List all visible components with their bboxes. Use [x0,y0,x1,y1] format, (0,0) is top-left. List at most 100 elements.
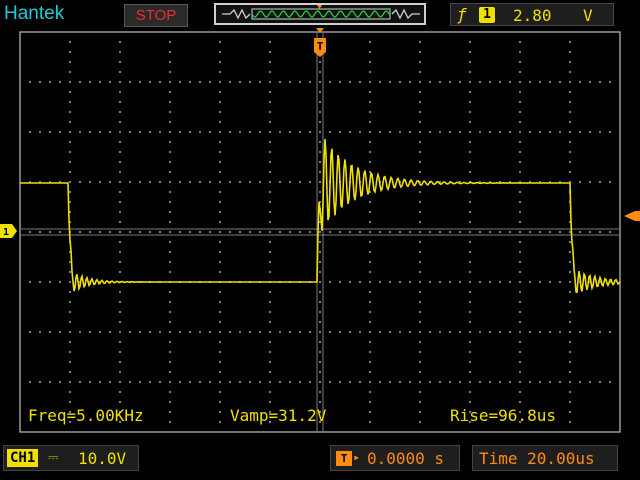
grid-dot [549,231,551,233]
grid-dot [195,228,197,230]
grid-dot [322,67,324,69]
grid-dot [509,281,511,283]
grid-dot [419,201,421,203]
grid-dot [169,211,171,213]
grid-dot [329,381,331,383]
grid-dot [265,234,267,236]
grid-dot [371,228,373,230]
grid-dot [469,371,471,373]
grid-dot [316,331,318,333]
grid-dot [322,71,324,73]
grid-dot [316,155,318,157]
grid-dot [259,131,261,133]
grid-dot [295,234,297,236]
grid-dot [485,228,487,230]
grid-dot [377,234,379,236]
grid-dot [437,234,439,236]
grid-dot [219,311,221,313]
trigger-marker-icon[interactable]: T [314,38,326,57]
grid-dot [81,234,83,236]
grid-dot [229,231,231,233]
grid-dot [419,61,421,63]
grid-dot [93,234,95,236]
grid-dot [519,91,521,93]
grid-dot [125,234,127,236]
grid-dot [609,131,611,133]
grid-dot [357,228,359,230]
grid-dot [316,125,318,127]
grid-dot [459,231,461,233]
grid-dot [39,228,41,230]
timebase-box[interactable]: Time 20.00us [472,445,618,471]
grid-dot [119,141,121,143]
channel-ground-marker-icon[interactable]: 1 [0,224,17,238]
grid-dot [349,228,351,230]
grid-dot [143,228,145,230]
grid-dot [322,315,324,317]
grid-dot [559,228,561,230]
trigger-level-marker-icon[interactable] [624,211,640,221]
grid-dot [469,391,471,393]
grid-dot [49,131,51,133]
grid-dot [249,181,251,183]
grid-dot [185,234,187,236]
grid-dot [169,171,171,173]
grid-dot [319,141,321,143]
grid-dot [322,35,324,37]
grid-dot [499,81,501,83]
grid-dot [469,351,471,353]
grid-dot [181,228,183,230]
grid-dot [316,65,318,67]
grid-dot [153,234,155,236]
grid-dot [79,181,81,183]
grid-dot [69,331,71,333]
grid-dot [139,181,141,183]
grid-dot [379,131,381,133]
grid-dot [316,285,318,287]
grid-dot [316,81,318,83]
grid-dot [157,234,159,236]
grid-dot [69,371,71,373]
grid-dot [316,35,318,37]
grid-dot [369,311,371,313]
grid-dot [585,228,587,230]
grid-dot [413,228,415,230]
grid-dot [322,273,324,275]
grid-dot [567,228,569,230]
trigger-position-box[interactable]: T ▸ 0.0000 s [330,445,460,471]
grid-dot [219,371,221,373]
grid-dot [39,131,41,133]
grid-dot [355,228,357,230]
grid-dot [297,228,299,230]
grid-dot [563,234,565,236]
grid-dot [599,81,601,83]
grid-dot [322,83,324,85]
grid-dot [316,163,318,165]
grid-dot [315,228,317,230]
grid-dot [316,113,318,115]
grid-dot [189,231,191,233]
grid-dot [617,234,619,236]
grid-dot [609,81,611,83]
grid-dot [269,341,271,343]
grid-dot [225,228,227,230]
grid-dot [316,379,318,381]
grid-dot [251,234,253,236]
grid-dot [322,319,324,321]
grid-dot [316,213,318,215]
grid-dot [207,228,209,230]
grid-dot [329,131,331,133]
grid-dot [439,381,441,383]
grid-dot [99,131,101,133]
grid-dot [219,261,221,263]
grid-dot [197,234,199,236]
grid-dot [345,234,347,236]
grid-dot [335,228,337,230]
channel-scale-box[interactable]: CH1 ⎓ 10.0V [3,445,139,471]
grid-dot [219,291,221,293]
grid-dot [615,228,617,230]
grid-dot [149,234,151,236]
grid-dot [609,234,611,236]
grid-dot [131,228,133,230]
grid-dot [316,207,318,209]
